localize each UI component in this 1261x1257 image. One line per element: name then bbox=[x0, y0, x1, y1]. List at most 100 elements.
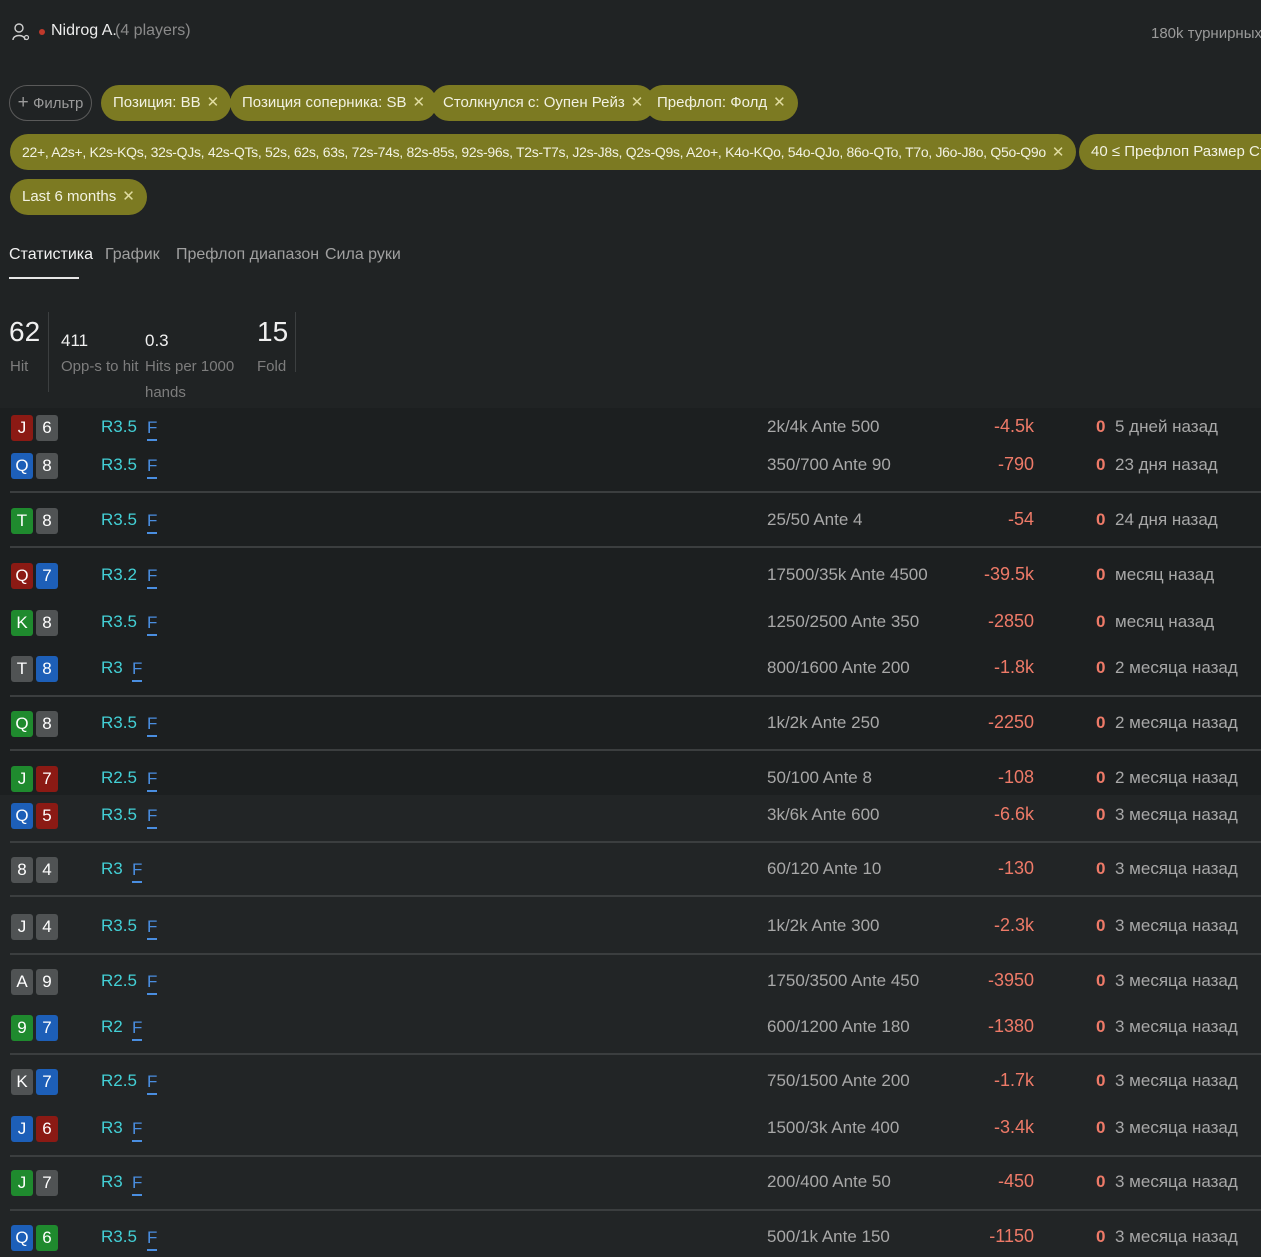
hole-card-2: 6 bbox=[36, 1116, 58, 1142]
result-bb: 0 bbox=[1096, 768, 1106, 787]
stat-per1000-value: 0.3 bbox=[145, 331, 169, 350]
hole-card-1: 8 bbox=[11, 857, 33, 883]
raise-action: R2.5 bbox=[101, 1071, 137, 1090]
player-count: (4 players) bbox=[115, 22, 191, 39]
stat-hit-value: 62 bbox=[9, 316, 41, 347]
fold-action: F bbox=[147, 612, 158, 636]
fold-action: F bbox=[132, 1118, 143, 1142]
stat-opps-label: Opp-s to hit bbox=[61, 358, 139, 375]
add-filter-label: Фильтр bbox=[32, 95, 84, 112]
fold-action: F bbox=[147, 417, 158, 441]
hole-card-2: 7 bbox=[36, 766, 58, 792]
fold-action: F bbox=[147, 1071, 158, 1095]
fold-action: F bbox=[147, 713, 158, 737]
blinds-level: 1750/3500 Ante 450 bbox=[767, 971, 920, 990]
remove-filter-icon[interactable]: ✕ bbox=[1052, 144, 1065, 161]
hole-card-2: 8 bbox=[36, 656, 58, 682]
filter-chip-label: Позиция соперника: SB bbox=[242, 94, 407, 111]
hand-result: -1150 bbox=[989, 1226, 1034, 1246]
hole-card-1: J bbox=[11, 415, 33, 441]
hole-card-2: 6 bbox=[36, 415, 58, 441]
raise-action: R2.5 bbox=[101, 971, 137, 990]
hole-card-2: 6 bbox=[36, 1225, 58, 1251]
tournament-count-label: 180k турнирных ру bbox=[1151, 25, 1261, 42]
fold-action: F bbox=[132, 658, 143, 682]
hole-card-2: 7 bbox=[36, 1170, 58, 1196]
result-bb: 0 bbox=[1096, 1227, 1106, 1246]
tab-hand-strength[interactable]: Сила руки bbox=[325, 246, 401, 264]
hand-result: -1.7k bbox=[993, 1070, 1034, 1090]
hole-card-1: K bbox=[11, 1069, 33, 1095]
filter-chip-hand-range[interactable]: 22+, A2s+, K2s-KQs, 32s-QJs, 42s-QTs, 52… bbox=[10, 134, 1077, 170]
fold-action: F bbox=[147, 768, 158, 792]
top-bar: Nidrog A. (4 players) 180k турнирных ру bbox=[0, 0, 1261, 64]
blinds-level: 1k/2k Ante 250 bbox=[767, 713, 880, 732]
fold-action: F bbox=[147, 805, 158, 829]
fold-action: F bbox=[147, 1227, 158, 1251]
hole-card-1: T bbox=[11, 656, 33, 682]
stat-fold-value: 15 bbox=[257, 316, 289, 347]
filter-chip-preflop[interactable]: Префлоп: Фолд ✕ bbox=[645, 85, 798, 121]
hole-card-2: 9 bbox=[36, 969, 58, 995]
hole-card-2: 7 bbox=[36, 1015, 58, 1041]
hand-result: -130 bbox=[997, 858, 1034, 878]
hand-date: 3 месяца назад bbox=[1115, 1227, 1238, 1246]
blinds-level: 50/100 Ante 8 bbox=[767, 768, 872, 787]
remove-filter-icon[interactable]: ✕ bbox=[413, 94, 426, 111]
filter-chip-opponent-position[interactable]: Позиция соперника: SB ✕ bbox=[230, 85, 438, 121]
filter-chip-position[interactable]: Позиция: BB ✕ bbox=[101, 85, 232, 121]
filter-chip-date-range[interactable]: Last 6 months ✕ bbox=[10, 179, 147, 215]
hole-card-1: T bbox=[11, 508, 33, 534]
raise-action: R3.5 bbox=[101, 713, 137, 732]
raise-action: R3 bbox=[101, 658, 123, 677]
tab-statistics[interactable]: Статистика bbox=[9, 246, 93, 264]
stat-divider bbox=[295, 312, 296, 372]
hand-date: 5 дней назад bbox=[1115, 417, 1218, 436]
group-divider bbox=[10, 546, 1261, 548]
fold-action: F bbox=[132, 1017, 143, 1041]
hand-date: месяц назад bbox=[1115, 612, 1215, 631]
hand-date: 3 месяца назад bbox=[1115, 1118, 1238, 1137]
tab-preflop-range[interactable]: Префлоп диапазон bbox=[176, 246, 319, 264]
raise-action: R3.2 bbox=[101, 565, 137, 584]
raise-action: R3 bbox=[101, 1172, 123, 1191]
group-divider bbox=[10, 1209, 1261, 1211]
result-bb: 0 bbox=[1096, 565, 1106, 584]
filter-chip-label: 40 ≤ Префлоп Размер Стек bbox=[1091, 143, 1261, 160]
hole-card-1: A bbox=[11, 969, 33, 995]
filter-chip-label: Last 6 months bbox=[22, 188, 117, 205]
filter-chip-stack-size[interactable]: 40 ≤ Префлоп Размер Стек bbox=[1079, 134, 1261, 170]
blinds-level: 1500/3k Ante 400 bbox=[767, 1118, 900, 1137]
hand-date: месяц назад bbox=[1115, 565, 1215, 584]
add-filter-button[interactable]: + Фильтр bbox=[9, 85, 92, 121]
hand-result: -39.5k bbox=[983, 564, 1034, 584]
fold-action: F bbox=[147, 510, 158, 534]
hand-result: -54 bbox=[1007, 509, 1034, 529]
fold-action: F bbox=[147, 916, 158, 940]
user-settings-icon[interactable] bbox=[12, 22, 30, 42]
tab-chart[interactable]: График bbox=[105, 246, 160, 264]
remove-filter-icon[interactable]: ✕ bbox=[773, 94, 786, 111]
filter-chip-faced[interactable]: Столкнулся с: Оупен Рейз ✕ bbox=[431, 85, 656, 121]
group-divider bbox=[10, 895, 1261, 897]
stat-fold-label: Fold bbox=[257, 358, 287, 375]
remove-filter-icon[interactable]: ✕ bbox=[122, 188, 135, 205]
hole-card-2: 4 bbox=[36, 914, 58, 940]
hole-card-2: 7 bbox=[36, 1069, 58, 1095]
hole-card-1: Q bbox=[11, 1225, 33, 1251]
player-name[interactable]: Nidrog A. bbox=[51, 22, 117, 40]
result-bb: 0 bbox=[1096, 1017, 1106, 1036]
remove-filter-icon[interactable]: ✕ bbox=[207, 94, 220, 111]
hole-card-2: 8 bbox=[36, 711, 58, 737]
hole-card-1: 9 bbox=[11, 1015, 33, 1041]
result-bb: 0 bbox=[1096, 1172, 1106, 1191]
blinds-level: 25/50 Ante 4 bbox=[767, 510, 863, 529]
hand-date: 3 месяца назад bbox=[1115, 805, 1238, 824]
hole-card-1: J bbox=[11, 1116, 33, 1142]
remove-filter-icon[interactable]: ✕ bbox=[631, 94, 644, 111]
hole-card-1: Q bbox=[11, 711, 33, 737]
hand-date: 2 месяца назад bbox=[1115, 768, 1238, 787]
hole-card-2: 8 bbox=[36, 508, 58, 534]
hand-result: -2.3k bbox=[993, 915, 1034, 935]
result-bb: 0 bbox=[1096, 1071, 1106, 1090]
